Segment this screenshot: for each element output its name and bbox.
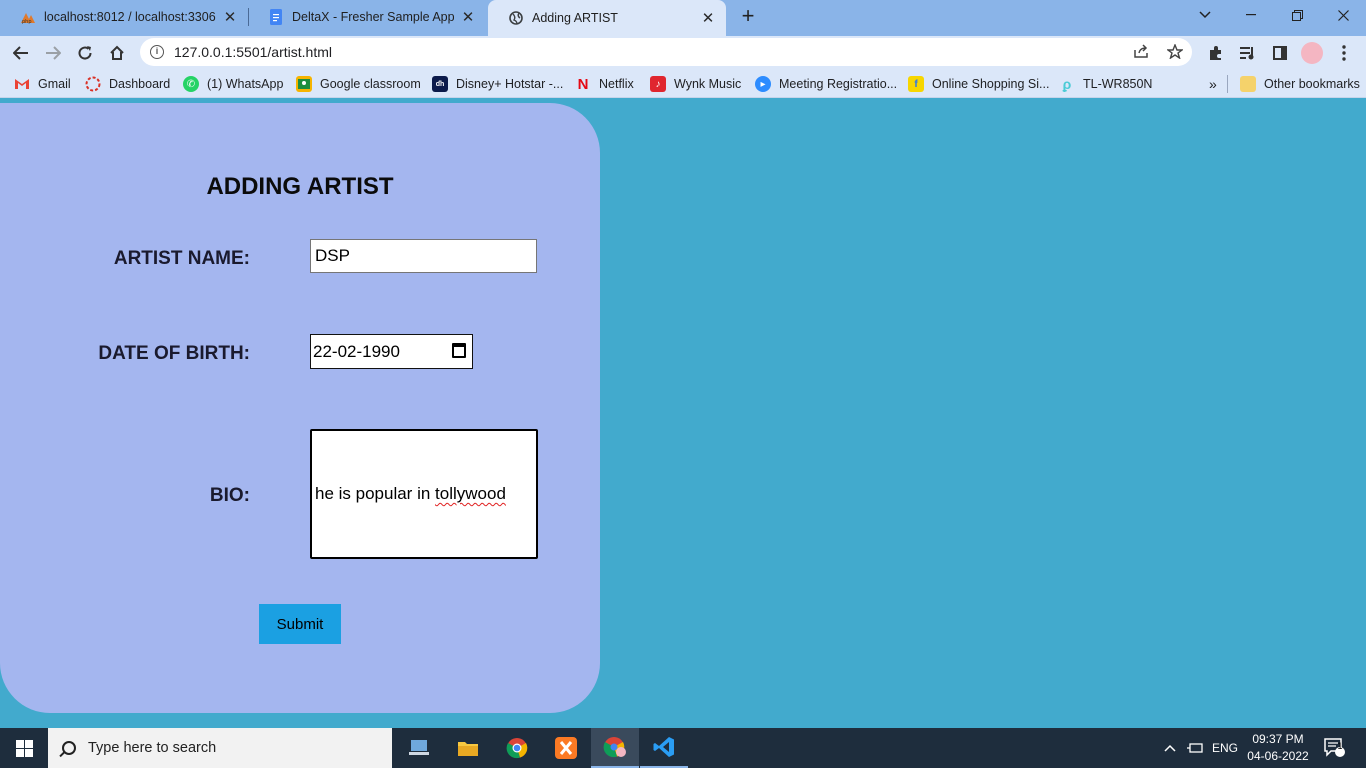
bio-textarea[interactable]: he is popular in tollywood bbox=[310, 429, 538, 559]
bookmark-online-shopping[interactable]: f Online Shopping Si... bbox=[908, 75, 1049, 93]
minimize-button[interactable] bbox=[1228, 0, 1274, 30]
xampp-icon[interactable] bbox=[542, 728, 590, 768]
calendar-icon[interactable] bbox=[452, 343, 466, 358]
close-tab-icon[interactable]: ✕ bbox=[222, 8, 238, 26]
clock-time: 09:37 PM bbox=[1252, 732, 1304, 746]
windows-start-icon[interactable] bbox=[0, 728, 48, 768]
tab-title: Adding ARTIST bbox=[532, 11, 618, 25]
address-url: 127.0.0.1:5501/artist.html bbox=[174, 44, 332, 60]
share-icon[interactable] bbox=[1134, 44, 1150, 62]
classroom-icon bbox=[296, 76, 312, 92]
bookmark-google-classroom[interactable]: Google classroom bbox=[296, 75, 421, 93]
artist-form-card: ADDING ARTIST ARTIST NAME: DSP DATE OF B… bbox=[0, 103, 600, 713]
submit-button[interactable]: Submit bbox=[259, 604, 341, 644]
page-title: ADDING ARTIST bbox=[206, 173, 394, 200]
hotstar-icon: ɗh bbox=[432, 76, 448, 92]
close-tab-icon[interactable]: ✕ bbox=[460, 8, 476, 26]
phpmyadmin-icon: php bbox=[20, 9, 36, 25]
bookmark-gmail[interactable]: Gmail bbox=[14, 75, 71, 93]
bookmark-wynk[interactable]: ♪ Wynk Music bbox=[650, 75, 741, 93]
bio-label: BIO: bbox=[209, 485, 250, 506]
page-viewport: ADDING ARTIST ARTIST NAME: DSP DATE OF B… bbox=[0, 99, 1366, 728]
browser-toolbar: i 127.0.0.1:5501/artist.html bbox=[0, 36, 1366, 70]
back-arrow-icon[interactable] bbox=[8, 40, 34, 66]
notification-count: 1 bbox=[1337, 741, 1343, 751]
clock-date: 04-06-2022 bbox=[1247, 749, 1309, 763]
avatar bbox=[1301, 42, 1323, 64]
language-indicator[interactable]: ENG bbox=[1212, 728, 1238, 768]
bio-value: he is popular in tollywood bbox=[315, 484, 506, 503]
wynk-icon: ♪ bbox=[650, 76, 666, 92]
spellcheck-word: tollywood bbox=[435, 484, 506, 503]
tab-search-button[interactable] bbox=[1182, 0, 1228, 30]
bookmark-netflix[interactable]: N Netflix bbox=[575, 75, 634, 93]
search-placeholder: Type here to search bbox=[88, 740, 217, 756]
side-panel-icon[interactable] bbox=[1269, 42, 1291, 64]
vscode-icon[interactable] bbox=[640, 728, 688, 768]
other-bookmarks-folder[interactable]: Other bookmarks bbox=[1240, 75, 1360, 93]
more-bookmarks-chevron[interactable]: » bbox=[1209, 75, 1217, 93]
tab-adding-artist[interactable]: Adding ARTIST ✕ bbox=[488, 0, 726, 36]
close-window-button[interactable] bbox=[1320, 0, 1366, 30]
artist-name-input[interactable]: DSP bbox=[310, 239, 537, 273]
kebab-menu-icon[interactable] bbox=[1333, 42, 1355, 64]
file-explorer-icon[interactable] bbox=[444, 728, 492, 768]
dashboard-icon bbox=[85, 76, 101, 92]
netflix-icon: N bbox=[577, 75, 589, 93]
tab-title: localhost:8012 / localhost:3306 / bbox=[44, 10, 216, 24]
tplink-icon: ϼ bbox=[1062, 76, 1072, 92]
date-of-birth-label: DATE OF BIRTH: bbox=[98, 343, 250, 364]
artist-name-label: ARTIST NAME: bbox=[113, 248, 250, 269]
chrome-profile-icon[interactable] bbox=[591, 728, 639, 768]
tab-title: DeltaX - Fresher Sample App - Sp bbox=[292, 10, 454, 24]
zoom-icon: ▸ bbox=[755, 76, 771, 92]
address-bar[interactable]: i 127.0.0.1:5501/artist.html bbox=[140, 38, 1192, 66]
close-tab-icon[interactable]: ✕ bbox=[700, 9, 716, 27]
date-of-birth-value: 22-02-1990 bbox=[313, 341, 400, 361]
taskbar-search-box[interactable]: Type here to search bbox=[48, 728, 392, 768]
notification-center-icon[interactable]: 1 bbox=[1324, 728, 1346, 768]
bookmarks-divider bbox=[1227, 75, 1228, 93]
google-docs-icon bbox=[268, 9, 284, 25]
media-controls-icon[interactable] bbox=[1237, 42, 1259, 64]
whatsapp-icon: ✆ bbox=[183, 76, 199, 92]
forward-arrow-icon[interactable] bbox=[40, 40, 66, 66]
svg-text:php: php bbox=[22, 19, 32, 24]
bookmark-hotstar[interactable]: ɗh Disney+ Hotstar -... bbox=[432, 75, 563, 93]
home-icon[interactable] bbox=[104, 40, 130, 66]
search-icon bbox=[62, 741, 76, 755]
gmail-icon bbox=[14, 76, 30, 92]
site-info-icon[interactable]: i bbox=[150, 45, 164, 59]
restore-button[interactable] bbox=[1274, 0, 1320, 30]
tab-phpmyadmin[interactable]: php localhost:8012 / localhost:3306 / ✕ bbox=[0, 0, 248, 34]
tab-deltax[interactable]: DeltaX - Fresher Sample App - Sp ✕ bbox=[248, 0, 486, 34]
taskbar-clock[interactable]: 09:37 PM 04-06-2022 bbox=[1238, 731, 1318, 765]
bookmark-whatsapp[interactable]: ✆ (1) WhatsApp bbox=[183, 75, 283, 93]
bookmark-meeting-registration[interactable]: ▸ Meeting Registratio... bbox=[755, 75, 897, 93]
folder-icon bbox=[1240, 76, 1256, 92]
tab-strip: php localhost:8012 / localhost:3306 / ✕ … bbox=[0, 0, 1366, 36]
bookmarks-bar: Gmail Dashboard ✆ (1) WhatsApp Google cl… bbox=[0, 70, 1366, 98]
profile-avatar[interactable] bbox=[1301, 42, 1323, 64]
network-icon[interactable] bbox=[1187, 728, 1203, 768]
date-of-birth-input[interactable]: 22-02-1990 bbox=[310, 334, 473, 369]
new-tab-button[interactable]: + bbox=[736, 5, 760, 29]
bookmark-tl-wr850n[interactable]: ϼ TL-WR850N bbox=[1059, 75, 1153, 93]
windows-taskbar: Type here to search ENG 09:37 PM 04-06-2… bbox=[0, 728, 1366, 768]
task-view-icon[interactable] bbox=[395, 728, 443, 768]
bookmark-star-icon[interactable] bbox=[1165, 43, 1185, 63]
tray-chevron-icon[interactable] bbox=[1164, 728, 1176, 768]
chrome-icon[interactable] bbox=[493, 728, 541, 768]
artist-name-value: DSP bbox=[315, 246, 350, 265]
bookmark-dashboard[interactable]: Dashboard bbox=[85, 75, 170, 93]
extensions-puzzle-icon[interactable] bbox=[1205, 42, 1227, 64]
globe-icon bbox=[508, 10, 524, 26]
flipkart-icon: f bbox=[908, 76, 924, 92]
reload-icon[interactable] bbox=[72, 40, 98, 66]
